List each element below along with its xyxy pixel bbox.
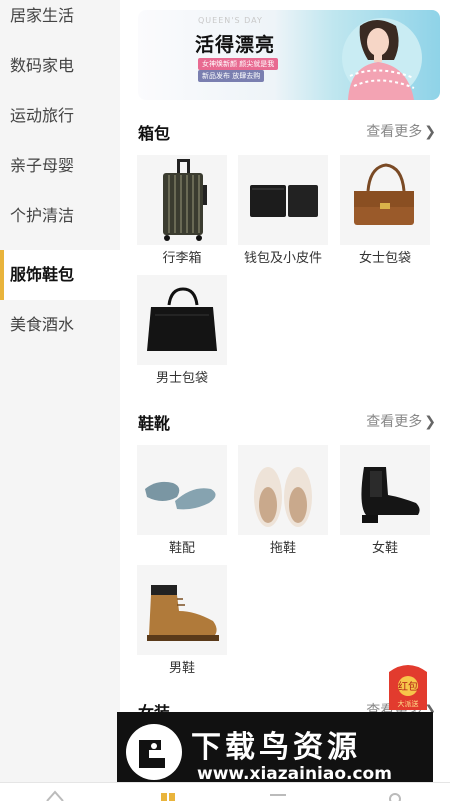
- tile-label: 拖鞋: [269, 541, 296, 556]
- handbag-icon: [354, 163, 414, 225]
- sidebar-item-label: 个护清洁: [10, 206, 75, 225]
- profile-tab-icon[interactable]: [385, 789, 405, 801]
- tile-image: [137, 445, 227, 535]
- sidebar-item-label: 运动旅行: [10, 106, 75, 125]
- sidebar-item-label: 服饰鞋包: [10, 265, 75, 284]
- sidebar-item-sports-travel[interactable]: 运动旅行: [0, 100, 120, 150]
- banner-eyebrow: QUEEN'S DAY: [198, 16, 263, 25]
- sidebar-item-digital-appliances[interactable]: 数码家电: [0, 50, 120, 100]
- category-tab-icon[interactable]: [158, 789, 178, 801]
- category-tile-shoe-accessories[interactable]: 鞋配: [137, 445, 227, 556]
- tile-label: 行李箱: [162, 251, 202, 266]
- tile-image: [340, 445, 430, 535]
- category-tile-mens-bag[interactable]: 男士包袋: [137, 275, 227, 386]
- cart-tab-icon[interactable]: [268, 789, 288, 801]
- model-photo-icon: [342, 18, 422, 100]
- briefcase-icon: [147, 287, 217, 351]
- tile-label: 男鞋: [168, 661, 195, 676]
- tile-label: 钱包及小皮件: [243, 251, 322, 266]
- category-tile-mens-shoes[interactable]: 男鞋: [137, 565, 227, 676]
- bird-logo-icon: [126, 724, 182, 780]
- banner-tag: 新品发布 放肆去购: [198, 70, 265, 82]
- category-tile-wallet[interactable]: 钱包及小皮件: [238, 155, 328, 266]
- category-tile-suitcase[interactable]: 行李箱: [137, 155, 227, 266]
- tile-image: [137, 155, 227, 245]
- tile-image: [137, 275, 227, 365]
- see-more-bags-link[interactable]: 查看更多 ❯: [366, 121, 436, 141]
- work-boot-icon: [147, 585, 219, 641]
- red-packet-sub: 大派送: [398, 699, 419, 708]
- banner-headline: 活得漂亮: [195, 34, 276, 56]
- category-tile-womens-bag[interactable]: 女士包袋: [340, 155, 430, 266]
- home-tab-icon[interactable]: [45, 789, 65, 801]
- slipper-icon: [254, 467, 312, 527]
- chevron-right-icon: ❯: [424, 414, 436, 430]
- chevron-right-icon: ❯: [424, 124, 436, 140]
- watermark-url: www.xiazainiao.com: [197, 764, 392, 784]
- section-title-shoes: 鞋靴: [138, 414, 171, 433]
- ankle-boot-icon: [361, 467, 420, 523]
- sidebar-item-label: 美食酒水: [10, 315, 75, 334]
- sidebar-item-label: 居家生活: [10, 6, 75, 25]
- see-more-label: 查看更多: [366, 414, 423, 430]
- see-more-shoes-link[interactable]: 查看更多 ❯: [366, 411, 436, 431]
- tile-image: [340, 155, 430, 245]
- banner-tag: 女神焕新颜 颜尖就是我: [198, 58, 279, 70]
- watermark-title: 下载鸟资源: [191, 730, 361, 765]
- bottom-tab-bar: [0, 782, 450, 801]
- see-more-label: 查看更多: [366, 124, 423, 140]
- section-title-bags: 箱包: [138, 124, 171, 143]
- tile-label: 男士包袋: [155, 371, 208, 386]
- sidebar-item-label: 亲子母婴: [10, 156, 75, 175]
- red-packet-label: 红包: [398, 680, 418, 693]
- sidebar-item-food-drinks[interactable]: 美食酒水: [0, 300, 120, 350]
- tile-label: 鞋配: [168, 541, 195, 556]
- tile-image: [137, 565, 227, 655]
- tile-label: 女士包袋: [358, 251, 411, 266]
- tile-label: 女鞋: [371, 541, 398, 556]
- tile-image: [238, 445, 328, 535]
- sidebar-item-label: 数码家电: [10, 56, 75, 75]
- suitcase-icon: [163, 159, 207, 241]
- sidebar-item-home-living[interactable]: 居家生活: [0, 0, 120, 50]
- watermark-overlay: 下载鸟资源 www.xiazainiao.com: [117, 712, 433, 790]
- sidebar-item-apparel-shoes-bags[interactable]: 服饰鞋包: [0, 250, 120, 300]
- red-packet-floating-button[interactable]: 红包 大派送: [383, 658, 433, 716]
- sidebar-item-mother-baby[interactable]: 亲子母婴: [0, 150, 120, 200]
- category-sidebar: 居家生活 数码家电 运动旅行 亲子母婴 个护清洁 服饰鞋包 美食酒水: [0, 0, 120, 800]
- promo-banner[interactable]: QUEEN'S DAY 活得漂亮 女神焕新颜 颜尖就是我 新品发布 放肆去购: [138, 10, 440, 100]
- insole-icon: [145, 481, 216, 510]
- tile-image: [238, 155, 328, 245]
- wallet-icon: [250, 185, 318, 217]
- category-tile-slippers[interactable]: 拖鞋: [238, 445, 328, 556]
- category-tile-womens-shoes[interactable]: 女鞋: [340, 445, 430, 556]
- sidebar-item-personal-care[interactable]: 个护清洁: [0, 200, 120, 250]
